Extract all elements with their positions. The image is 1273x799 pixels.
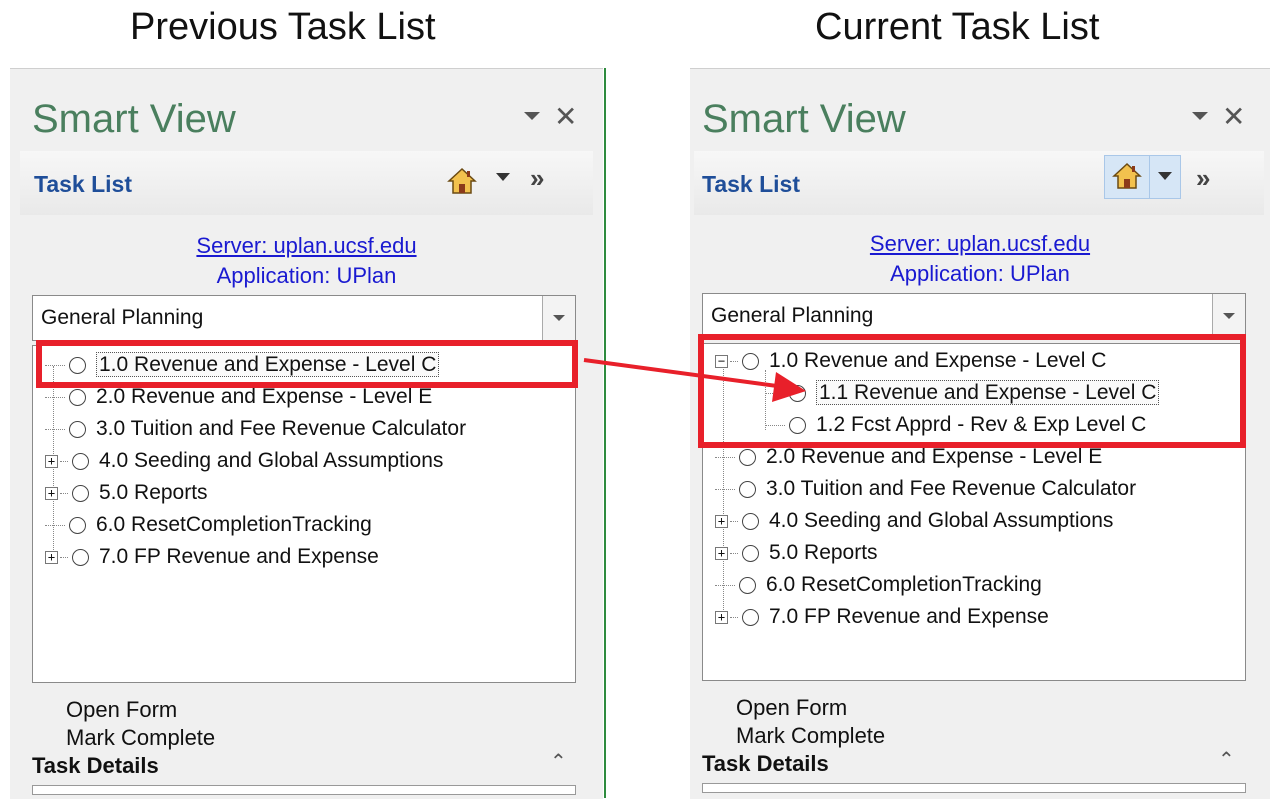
expand-icon[interactable]: +	[45, 486, 58, 500]
dropdown-value: General Planning	[41, 306, 204, 329]
current-caption: Current Task List	[815, 6, 1100, 48]
radio-icon[interactable]	[69, 420, 86, 438]
panel-title: Smart View	[702, 97, 906, 141]
task-list-header: Task List »	[20, 151, 593, 215]
radio-icon[interactable]	[739, 480, 756, 498]
chevron-down-icon[interactable]	[1212, 294, 1245, 338]
server-link[interactable]: Server: uplan.ucsf.edu	[690, 231, 1270, 257]
tree-node[interactable]: 3.0 Tuition and Fee Revenue Calculator	[715, 474, 1136, 504]
task-details-label: Task Details	[32, 753, 159, 778]
tree-node-label: 6.0 ResetCompletionTracking	[96, 513, 372, 536]
application-label: Application: UPlan	[216, 263, 397, 288]
double-chevron-up-icon[interactable]: ⌃	[1218, 747, 1235, 772]
task-details-area	[32, 785, 576, 795]
radio-icon[interactable]	[739, 576, 756, 594]
open-form-action[interactable]: Open Form	[66, 697, 177, 723]
tree-node-label: 4.0 Seeding and Global Assumptions	[769, 509, 1114, 532]
tree-node-label: 7.0 FP Revenue and Expense	[769, 605, 1049, 628]
chevron-down-icon[interactable]	[542, 296, 575, 340]
radio-icon[interactable]	[72, 484, 89, 502]
radio-icon[interactable]	[72, 452, 89, 470]
chevron-down-icon[interactable]	[496, 173, 510, 181]
tree-node[interactable]: +7.0 FP Revenue and Expense	[45, 542, 379, 572]
tree-node[interactable]: +4.0 Seeding and Global Assumptions	[715, 506, 1113, 536]
tree-node-label: 7.0 FP Revenue and Expense	[99, 545, 379, 568]
server-link[interactable]: Server: uplan.ucsf.edu	[10, 233, 603, 259]
double-chevron-up-icon[interactable]: ⌃	[550, 749, 567, 774]
panel-title: Smart View	[32, 97, 236, 141]
home-button[interactable]	[1104, 155, 1150, 199]
radio-icon[interactable]	[742, 512, 759, 530]
task-tree: 1.0 Revenue and Expense - Level C 2.0 Re…	[32, 345, 576, 683]
double-chevron-right-icon[interactable]: »	[1196, 163, 1210, 194]
chevron-down-icon[interactable]	[1158, 172, 1172, 180]
tree-node[interactable]: +5.0 Reports	[45, 478, 208, 508]
task-list-dropdown[interactable]: General Planning	[702, 293, 1246, 339]
previous-caption: Previous Task List	[130, 6, 436, 48]
expand-icon[interactable]: +	[715, 514, 728, 528]
panel-menu-icon[interactable]	[524, 112, 540, 121]
tree-node[interactable]: 3.0 Tuition and Fee Revenue Calculator	[45, 414, 466, 444]
expand-icon[interactable]: +	[715, 546, 728, 560]
tree-node-label: 5.0 Reports	[769, 541, 878, 564]
tree-node-label: 3.0 Tuition and Fee Revenue Calculator	[766, 477, 1137, 500]
tree-node-label: 3.0 Tuition and Fee Revenue Calculator	[96, 417, 467, 440]
task-list-dropdown[interactable]: General Planning	[32, 295, 576, 341]
highlight-box-previous	[36, 340, 578, 388]
task-details-area	[702, 783, 1246, 793]
radio-icon[interactable]	[69, 516, 86, 534]
task-details-label: Task Details	[702, 751, 829, 776]
close-icon[interactable]: ✕	[1222, 100, 1245, 133]
radio-icon[interactable]	[69, 388, 86, 406]
tree-node-label: 4.0 Seeding and Global Assumptions	[99, 449, 444, 472]
double-chevron-right-icon[interactable]: »	[530, 163, 544, 194]
home-icon	[1112, 162, 1142, 189]
tree-node-label: 2.0 Revenue and Expense - Level E	[96, 385, 433, 408]
tree-node-label: 6.0 ResetCompletionTracking	[766, 573, 1042, 596]
window-controls: ✕	[524, 99, 577, 133]
home-dropdown-button[interactable]	[1150, 155, 1181, 199]
panel-divider	[604, 68, 606, 798]
close-icon[interactable]: ✕	[554, 100, 577, 133]
window-controls: ✕	[1192, 99, 1245, 133]
tree-node[interactable]: +4.0 Seeding and Global Assumptions	[45, 446, 443, 476]
expand-icon[interactable]: +	[715, 610, 728, 624]
home-button[interactable]	[442, 161, 482, 201]
smart-view-panel-previous: Smart View ✕ Task List » Server: uplan.u…	[10, 68, 603, 799]
radio-icon[interactable]	[739, 448, 756, 466]
radio-icon[interactable]	[72, 548, 89, 566]
radio-icon[interactable]	[742, 608, 759, 626]
tree-node[interactable]: 6.0 ResetCompletionTracking	[715, 570, 1042, 600]
tree-node[interactable]: +5.0 Reports	[715, 538, 878, 568]
expand-icon[interactable]: +	[45, 550, 58, 564]
mark-complete-action[interactable]: Mark Complete	[66, 725, 215, 751]
task-list-header: Task List »	[694, 151, 1264, 215]
radio-icon[interactable]	[742, 544, 759, 562]
task-list-label: Task List	[34, 171, 132, 197]
dropdown-value: General Planning	[711, 304, 874, 327]
tree-node[interactable]: +7.0 FP Revenue and Expense	[715, 602, 1049, 632]
task-list-label: Task List	[702, 171, 800, 197]
home-icon	[447, 167, 477, 194]
highlight-box-current	[698, 334, 1246, 448]
open-form-action[interactable]: Open Form	[736, 695, 847, 721]
mark-complete-action[interactable]: Mark Complete	[736, 723, 885, 749]
tree-node-label: 2.0 Revenue and Expense - Level E	[766, 445, 1103, 468]
expand-icon[interactable]: +	[45, 454, 58, 468]
application-label: Application: UPlan	[890, 261, 1070, 286]
tree-node[interactable]: 6.0 ResetCompletionTracking	[45, 510, 372, 540]
tree-node-label: 5.0 Reports	[99, 481, 208, 504]
panel-menu-icon[interactable]	[1192, 112, 1208, 121]
